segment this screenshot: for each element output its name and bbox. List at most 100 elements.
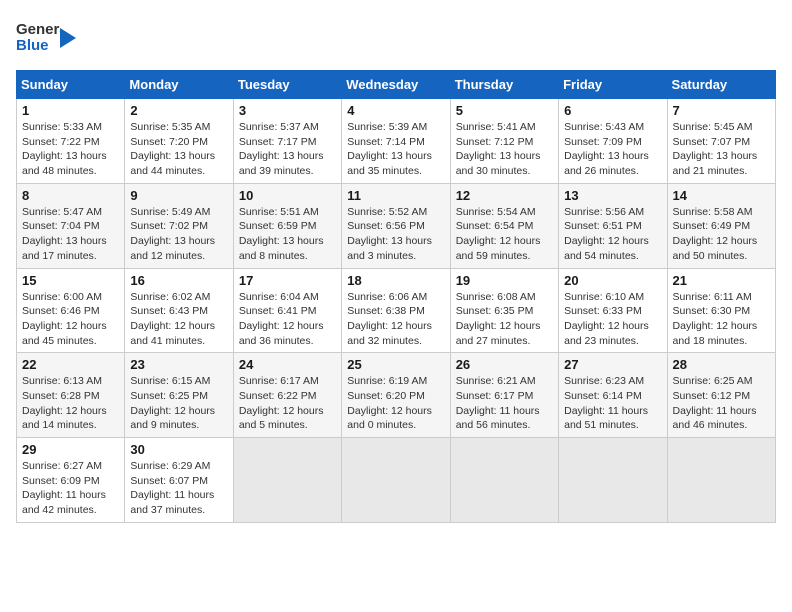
calendar-cell: 14 Sunrise: 5:58 AM Sunset: 6:49 PM Dayl…: [667, 183, 775, 268]
calendar-cell: [667, 438, 775, 523]
sunset-label: Sunset: 6:46 PM: [22, 305, 100, 317]
sunrise-label: Sunrise: 5:58 AM: [673, 206, 753, 218]
calendar-cell: 1 Sunrise: 5:33 AM Sunset: 7:22 PM Dayli…: [17, 99, 125, 184]
calendar-cell: 21 Sunrise: 6:11 AM Sunset: 6:30 PM Dayl…: [667, 268, 775, 353]
daylight-label: Daylight: 12 hours and 9 minutes.: [130, 405, 215, 432]
calendar-week-row: 8 Sunrise: 5:47 AM Sunset: 7:04 PM Dayli…: [17, 183, 776, 268]
weekday-header-monday: Monday: [125, 71, 233, 99]
sunrise-label: Sunrise: 5:54 AM: [456, 206, 536, 218]
arrow-icon: [60, 28, 76, 48]
sunrise-label: Sunrise: 5:45 AM: [673, 121, 753, 133]
day-info: Sunrise: 6:11 AM Sunset: 6:30 PM Dayligh…: [673, 290, 770, 349]
sunset-label: Sunset: 6:14 PM: [564, 390, 642, 402]
daylight-label: Daylight: 13 hours and 44 minutes.: [130, 150, 215, 177]
day-number: 28: [673, 357, 770, 372]
calendar-cell: [559, 438, 667, 523]
daylight-label: Daylight: 13 hours and 35 minutes.: [347, 150, 432, 177]
day-number: 7: [673, 103, 770, 118]
daylight-label: Daylight: 13 hours and 17 minutes.: [22, 235, 107, 262]
daylight-label: Daylight: 12 hours and 0 minutes.: [347, 405, 432, 432]
day-info: Sunrise: 6:29 AM Sunset: 6:07 PM Dayligh…: [130, 459, 227, 518]
svg-text:Blue: Blue: [16, 37, 49, 54]
calendar-cell: 15 Sunrise: 6:00 AM Sunset: 6:46 PM Dayl…: [17, 268, 125, 353]
calendar-week-row: 1 Sunrise: 5:33 AM Sunset: 7:22 PM Dayli…: [17, 99, 776, 184]
sunrise-label: Sunrise: 5:52 AM: [347, 206, 427, 218]
calendar-cell: 20 Sunrise: 6:10 AM Sunset: 6:33 PM Dayl…: [559, 268, 667, 353]
sunrise-label: Sunrise: 6:13 AM: [22, 375, 102, 387]
sunset-label: Sunset: 6:56 PM: [347, 220, 425, 232]
calendar-cell: 12 Sunrise: 5:54 AM Sunset: 6:54 PM Dayl…: [450, 183, 558, 268]
calendar-cell: 5 Sunrise: 5:41 AM Sunset: 7:12 PM Dayli…: [450, 99, 558, 184]
sunrise-label: Sunrise: 5:37 AM: [239, 121, 319, 133]
day-number: 10: [239, 188, 336, 203]
calendar-week-row: 29 Sunrise: 6:27 AM Sunset: 6:09 PM Dayl…: [17, 438, 776, 523]
calendar-body: 1 Sunrise: 5:33 AM Sunset: 7:22 PM Dayli…: [17, 99, 776, 523]
sunrise-label: Sunrise: 6:19 AM: [347, 375, 427, 387]
day-number: 22: [22, 357, 119, 372]
sunset-label: Sunset: 6:33 PM: [564, 305, 642, 317]
sunset-label: Sunset: 6:17 PM: [456, 390, 534, 402]
daylight-label: Daylight: 13 hours and 48 minutes.: [22, 150, 107, 177]
sunrise-label: Sunrise: 6:10 AM: [564, 291, 644, 303]
day-info: Sunrise: 5:43 AM Sunset: 7:09 PM Dayligh…: [564, 120, 661, 179]
day-info: Sunrise: 5:51 AM Sunset: 6:59 PM Dayligh…: [239, 205, 336, 264]
sunset-label: Sunset: 6:28 PM: [22, 390, 100, 402]
calendar-cell: 16 Sunrise: 6:02 AM Sunset: 6:43 PM Dayl…: [125, 268, 233, 353]
day-number: 8: [22, 188, 119, 203]
sunset-label: Sunset: 6:25 PM: [130, 390, 208, 402]
day-info: Sunrise: 6:25 AM Sunset: 6:12 PM Dayligh…: [673, 374, 770, 433]
day-number: 30: [130, 442, 227, 457]
sunset-label: Sunset: 7:04 PM: [22, 220, 100, 232]
sunrise-label: Sunrise: 5:47 AM: [22, 206, 102, 218]
sunset-label: Sunset: 6:43 PM: [130, 305, 208, 317]
sunrise-label: Sunrise: 6:21 AM: [456, 375, 536, 387]
day-number: 27: [564, 357, 661, 372]
day-number: 20: [564, 273, 661, 288]
day-number: 25: [347, 357, 444, 372]
day-number: 29: [22, 442, 119, 457]
sunrise-label: Sunrise: 6:29 AM: [130, 460, 210, 472]
weekday-header-tuesday: Tuesday: [233, 71, 341, 99]
daylight-label: Daylight: 12 hours and 5 minutes.: [239, 405, 324, 432]
logo: General Blue: [16, 16, 76, 60]
sunset-label: Sunset: 7:12 PM: [456, 136, 534, 148]
calendar-cell: 7 Sunrise: 5:45 AM Sunset: 7:07 PM Dayli…: [667, 99, 775, 184]
day-info: Sunrise: 6:13 AM Sunset: 6:28 PM Dayligh…: [22, 374, 119, 433]
weekday-header-thursday: Thursday: [450, 71, 558, 99]
sunrise-label: Sunrise: 6:23 AM: [564, 375, 644, 387]
weekday-header-friday: Friday: [559, 71, 667, 99]
sunset-label: Sunset: 6:09 PM: [22, 475, 100, 487]
daylight-label: Daylight: 12 hours and 18 minutes.: [673, 320, 758, 347]
sunset-label: Sunset: 6:20 PM: [347, 390, 425, 402]
day-number: 15: [22, 273, 119, 288]
sunset-label: Sunset: 6:49 PM: [673, 220, 751, 232]
calendar-cell: 13 Sunrise: 5:56 AM Sunset: 6:51 PM Dayl…: [559, 183, 667, 268]
daylight-label: Daylight: 12 hours and 50 minutes.: [673, 235, 758, 262]
day-number: 21: [673, 273, 770, 288]
weekday-header-saturday: Saturday: [667, 71, 775, 99]
calendar-cell: [342, 438, 450, 523]
sunset-label: Sunset: 7:22 PM: [22, 136, 100, 148]
sunrise-label: Sunrise: 5:49 AM: [130, 206, 210, 218]
sunrise-label: Sunrise: 6:08 AM: [456, 291, 536, 303]
sunset-label: Sunset: 7:20 PM: [130, 136, 208, 148]
sunrise-label: Sunrise: 6:15 AM: [130, 375, 210, 387]
sunset-label: Sunset: 6:12 PM: [673, 390, 751, 402]
calendar-cell: [450, 438, 558, 523]
day-number: 3: [239, 103, 336, 118]
sunrise-label: Sunrise: 6:27 AM: [22, 460, 102, 472]
calendar-week-row: 22 Sunrise: 6:13 AM Sunset: 6:28 PM Dayl…: [17, 353, 776, 438]
calendar-cell: 8 Sunrise: 5:47 AM Sunset: 7:04 PM Dayli…: [17, 183, 125, 268]
day-number: 4: [347, 103, 444, 118]
day-info: Sunrise: 5:54 AM Sunset: 6:54 PM Dayligh…: [456, 205, 553, 264]
calendar-header-row: SundayMondayTuesdayWednesdayThursdayFrid…: [17, 71, 776, 99]
day-number: 6: [564, 103, 661, 118]
day-info: Sunrise: 5:47 AM Sunset: 7:04 PM Dayligh…: [22, 205, 119, 264]
day-number: 23: [130, 357, 227, 372]
sunset-label: Sunset: 6:07 PM: [130, 475, 208, 487]
day-number: 16: [130, 273, 227, 288]
sunrise-label: Sunrise: 6:17 AM: [239, 375, 319, 387]
calendar-cell: 23 Sunrise: 6:15 AM Sunset: 6:25 PM Dayl…: [125, 353, 233, 438]
sunrise-label: Sunrise: 5:43 AM: [564, 121, 644, 133]
day-info: Sunrise: 5:58 AM Sunset: 6:49 PM Dayligh…: [673, 205, 770, 264]
